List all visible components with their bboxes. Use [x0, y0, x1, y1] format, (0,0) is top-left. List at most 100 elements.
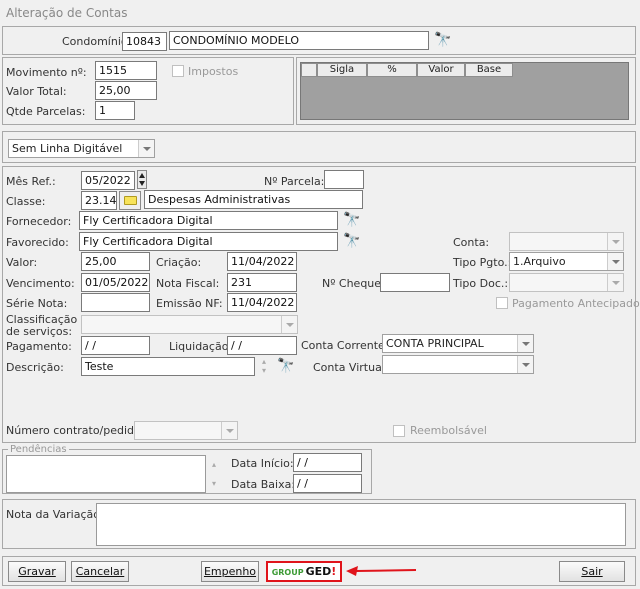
classe-label: Classe: — [6, 195, 46, 208]
arrow-shaft — [355, 569, 417, 572]
impostos-checkbox[interactable] — [172, 65, 184, 77]
vencimento-label: Vencimento: — [6, 277, 75, 290]
parcela-field[interactable] — [324, 170, 364, 189]
chevron-down-icon[interactable] — [607, 233, 623, 250]
classificacao-select[interactable] — [81, 315, 298, 334]
condominio-label: Condomínio: — [62, 35, 132, 48]
mes-ref-spinner[interactable] — [137, 170, 147, 189]
fornecedor-field[interactable]: Fly Certificadora Digital — [79, 211, 338, 230]
cheque-field[interactable] — [380, 273, 450, 292]
pagamento-label: Pagamento: — [6, 340, 72, 353]
cheque-label: Nº Cheque: — [322, 277, 385, 290]
classe-desc-field[interactable]: Despesas Administrativas — [144, 190, 363, 209]
tax-grid-col-percent[interactable]: % — [367, 63, 417, 77]
favorecido-field[interactable]: Fly Certificadora Digital — [79, 232, 338, 251]
parcela-label: Nº Parcela: — [264, 175, 325, 188]
sair-button[interactable]: Sair — [559, 561, 625, 582]
cancelar-button[interactable]: Cancelar — [71, 561, 129, 582]
numero-contrato-label: Número contrato/pedido: — [6, 424, 145, 437]
tipo-doc-label: Tipo Doc.: — [453, 277, 509, 290]
qtde-parcelas-field[interactable]: 1 — [95, 101, 135, 120]
conta-select[interactable] — [509, 232, 624, 251]
movimento-field[interactable]: 1515 — [95, 61, 157, 80]
nota-label: Nota da Variação: — [6, 508, 104, 521]
arrow-head-icon — [346, 566, 358, 576]
spin-down-icon[interactable] — [139, 181, 145, 186]
conta-corrente-value: CONTA PRINCIPAL — [386, 337, 484, 350]
numero-contrato-select[interactable] — [134, 421, 238, 440]
conta-virtual-select[interactable] — [382, 355, 534, 374]
tipo-doc-select[interactable] — [509, 273, 624, 292]
descricao-scroll[interactable]: ▴ ▾ — [258, 357, 270, 376]
serie-nota-field[interactable] — [81, 293, 150, 312]
chevron-down-icon[interactable] — [517, 356, 533, 373]
data-inicio-field[interactable]: / / — [293, 453, 362, 472]
conta-corrente-label: Conta Corrente: — [301, 339, 389, 352]
empenho-button[interactable]: Empenho — [201, 561, 259, 582]
favorecido-label: Favorecido: — [6, 236, 69, 249]
data-baixa-field[interactable]: / / — [293, 474, 362, 493]
liquidacao-field[interactable]: / / — [227, 336, 297, 355]
serie-nota-label: Série Nota: — [6, 297, 68, 310]
valor-total-field[interactable]: 25,00 — [95, 81, 157, 100]
reembolsavel-checkbox[interactable] — [393, 425, 405, 437]
classe-code-field[interactable]: 23.14 — [81, 191, 117, 210]
ged-text: GED — [305, 565, 332, 578]
condominio-name-field[interactable]: CONDOMÍNIO MODELO — [169, 31, 429, 50]
gravar-button[interactable]: Gravar — [8, 561, 66, 582]
emissao-nf-field[interactable]: 11/04/2022 — [227, 293, 297, 312]
mes-ref-field[interactable]: 05/2022 — [81, 171, 135, 190]
qtde-parcelas-label: Qtde Parcelas: — [6, 105, 86, 118]
movimento-label: Movimento nº: — [6, 66, 87, 79]
data-inicio-label: Data Início: — [231, 457, 294, 470]
nota-fiscal-field[interactable]: 231 — [227, 273, 297, 292]
pendencias-scroll[interactable]: ▴ ▾ — [208, 455, 220, 493]
fornecedor-search-button[interactable]: 🔭 — [342, 211, 362, 230]
ged-group-text: GROUP — [271, 568, 304, 577]
cancelar-label: Cancelar — [75, 565, 125, 578]
group-ged-button[interactable]: GROUP GED! — [266, 561, 342, 582]
binoculars-icon: 🔭 — [343, 233, 361, 249]
fornecedor-label: Fornecedor: — [6, 215, 72, 228]
conta-label: Conta: — [453, 236, 490, 249]
tipo-pgto-select[interactable]: 1.Arquivo — [509, 252, 624, 271]
empenho-label: Empenho — [203, 565, 257, 578]
chevron-down-icon[interactable] — [607, 253, 623, 270]
descricao-search-button[interactable]: 🔭 — [276, 357, 296, 376]
descricao-field[interactable]: Teste — [81, 357, 255, 376]
descricao-label: Descrição: — [6, 361, 64, 374]
chevron-down-icon[interactable] — [281, 316, 297, 333]
tax-grid-col-base[interactable]: Base — [465, 63, 513, 77]
window-title: Alteração de Contas — [6, 6, 128, 20]
tax-grid-indicator — [301, 63, 317, 77]
binoculars-icon: 🔭 — [434, 32, 452, 48]
tax-grid-col-sigla[interactable]: Sigla — [317, 63, 367, 77]
criacao-field[interactable]: 11/04/2022 — [227, 252, 297, 271]
linha-digitavel-select[interactable]: Sem Linha Digitável — [8, 139, 155, 158]
chevron-down-icon[interactable] — [517, 335, 533, 352]
pagamento-antecipado-checkbox[interactable] — [496, 297, 508, 309]
pagamento-field[interactable]: / / — [81, 336, 150, 355]
conta-corrente-select[interactable]: CONTA PRINCIPAL — [382, 334, 534, 353]
criacao-label: Criação: — [156, 256, 202, 269]
valor-field[interactable]: 25,00 — [81, 252, 150, 271]
vencimento-field[interactable]: 01/05/2022 — [81, 273, 150, 292]
chevron-down-icon[interactable] — [221, 422, 237, 439]
condominio-code-field[interactable]: 10843 — [122, 32, 167, 51]
tax-grid-col-valor[interactable]: Valor — [417, 63, 465, 77]
chevron-down-icon[interactable] — [607, 274, 623, 291]
pendencias-text[interactable] — [6, 455, 206, 493]
spin-up-icon[interactable] — [139, 173, 145, 178]
chevron-down-icon[interactable] — [138, 140, 154, 157]
red-arrow-annotation — [346, 566, 417, 576]
emissao-nf-label: Emissão NF: — [156, 297, 223, 310]
sair-label: Sair — [581, 565, 603, 578]
favorecido-search-button[interactable]: 🔭 — [342, 232, 362, 251]
folder-icon — [124, 196, 137, 205]
gravar-label: Gravar — [18, 565, 56, 578]
condominio-search-button[interactable]: 🔭 — [433, 31, 453, 50]
classificacao-label-2: de serviços: — [6, 325, 73, 338]
classe-folder-button[interactable] — [119, 191, 141, 210]
binoculars-icon: 🔭 — [343, 212, 361, 228]
nota-textarea[interactable] — [96, 503, 626, 546]
